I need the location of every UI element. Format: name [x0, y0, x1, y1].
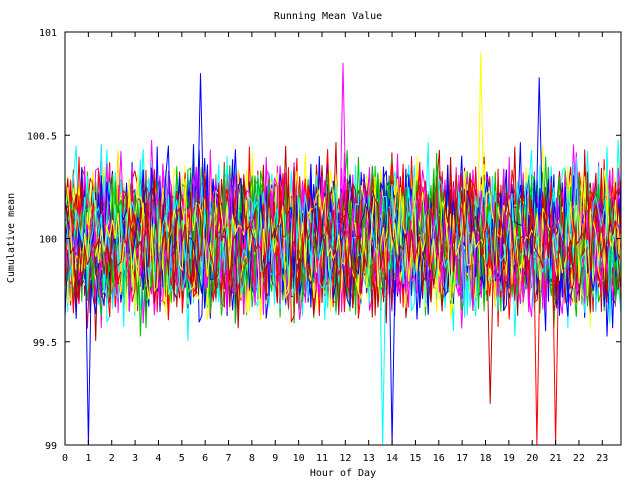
- y-tick-label: 100.5: [27, 131, 57, 142]
- x-tick-label: 18: [479, 453, 491, 464]
- x-tick-label: 22: [573, 453, 585, 464]
- x-tick-label: 16: [433, 453, 445, 464]
- x-tick-label: 5: [179, 453, 185, 464]
- y-tick-label: 99.5: [33, 338, 57, 349]
- chart-title: Running Mean Value: [274, 11, 382, 22]
- x-tick-label: 4: [155, 453, 161, 464]
- x-tick-label: 23: [596, 453, 608, 464]
- y-tick-label: 99: [45, 441, 57, 452]
- x-tick-label: 12: [339, 453, 351, 464]
- x-tick-label: 17: [456, 453, 468, 464]
- x-tick-label: 14: [386, 453, 398, 464]
- y-tick-label: 101: [39, 28, 57, 39]
- x-tick-label: 19: [503, 453, 515, 464]
- y-tick-label: 100: [39, 235, 57, 246]
- x-tick-label: 20: [526, 453, 538, 464]
- y-axis-label: Cumulative mean: [6, 193, 17, 283]
- x-tick-label: 8: [249, 453, 255, 464]
- x-tick-label: 2: [109, 453, 115, 464]
- x-tick-label: 6: [202, 453, 208, 464]
- x-tick-label: 11: [316, 453, 328, 464]
- x-tick-label: 21: [550, 453, 562, 464]
- x-tick-label: 9: [272, 453, 278, 464]
- x-tick-label: 0: [62, 453, 68, 464]
- x-axis-label: Hour of Day: [310, 468, 376, 479]
- x-tick-label: 7: [226, 453, 232, 464]
- x-tick-label: 13: [363, 453, 375, 464]
- x-tick-label: 1: [85, 453, 91, 464]
- x-tick-label: 3: [132, 453, 138, 464]
- running-mean-chart: Running Mean Value 9999.5100100.5101 012…: [0, 0, 640, 480]
- x-tick-label: 15: [409, 453, 421, 464]
- x-tick-label: 10: [293, 453, 305, 464]
